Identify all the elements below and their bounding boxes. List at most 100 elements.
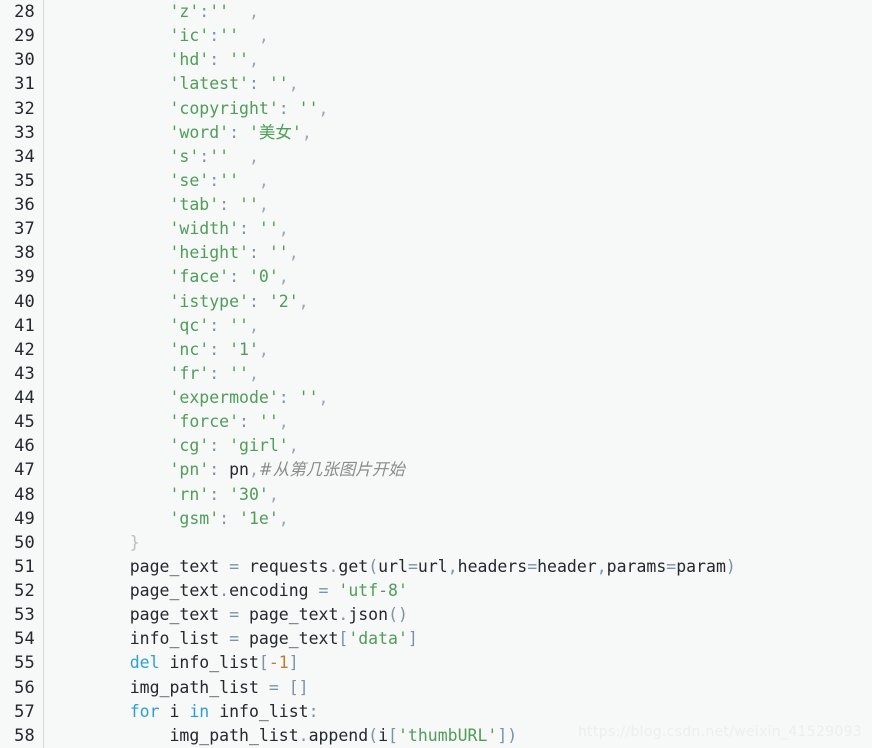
code-token: 'istype'	[169, 291, 249, 311]
code-token: :	[209, 339, 220, 359]
code-line[interactable]: info_list = page_text['data']	[44, 627, 872, 651]
code-line[interactable]: 'force': '',	[44, 410, 872, 434]
code-token: ,	[248, 146, 259, 166]
code-token: []	[288, 677, 309, 697]
code-token: [	[258, 653, 269, 673]
code-line[interactable]: 'hd': '',	[44, 48, 872, 72]
code-token: (	[368, 556, 379, 576]
code-line[interactable]: 'width': '',	[44, 217, 872, 241]
code-token: #从第几张图片开始	[258, 460, 405, 480]
code-content-area[interactable]: 'z':'' , 'ic':'' , 'hd': '', 'latest': '…	[44, 0, 872, 748]
line-number: 33	[14, 122, 35, 143]
code-line[interactable]: page_text = page_text.json()	[44, 603, 872, 627]
code-line[interactable]: 'ic':'' ,	[44, 24, 872, 48]
line-number-list: 28 29 30 31 32 33 34 35 36 37 38 39 40 41 42 43 44 45 46 47…	[0, 0, 43, 748]
code-line[interactable]: 'z':'' ,	[44, 0, 872, 24]
code-token: '2'	[268, 291, 299, 311]
code-line[interactable]: del info_list[-1]	[44, 651, 872, 675]
code-line[interactable]: 'cg': 'girl',	[44, 434, 872, 458]
code-token: =	[268, 677, 279, 697]
code-token: 'word'	[169, 122, 230, 142]
code-token: in	[189, 701, 210, 721]
code-token: info_list	[129, 629, 220, 649]
code-line[interactable]: 'word': '美女',	[44, 121, 872, 145]
code-line[interactable]: page_text.encoding = 'utf-8'	[44, 579, 872, 603]
code-token: :	[239, 219, 249, 239]
code-line[interactable]: 'istype': '2',	[44, 290, 872, 314]
code-token: ,	[596, 556, 607, 576]
code-token: ,	[318, 388, 329, 407]
code-line[interactable]: page_text = requests.get(url=url,headers…	[44, 555, 872, 579]
code-token: 美女	[258, 122, 292, 142]
code-token: ''	[219, 26, 240, 46]
code-line[interactable]: 'copyright': '',	[44, 97, 872, 121]
code-line[interactable]: 'fr': '',	[44, 362, 872, 386]
code-line[interactable]: for i in info_list:	[44, 700, 872, 724]
code-line[interactable]: 's':'' ,	[44, 145, 872, 169]
code-line[interactable]: 'latest': '',	[44, 72, 872, 96]
code-line[interactable]: img_path_list.append(i['thumbURL'])	[44, 724, 872, 748]
code-token: =	[407, 556, 418, 576]
code-token: :	[209, 484, 220, 504]
code-token: 'force'	[169, 412, 240, 432]
code-token: page_text	[129, 556, 220, 576]
code-token: 's'	[169, 146, 200, 166]
code-token: :	[229, 267, 240, 287]
code-token: get	[338, 556, 369, 576]
code-line[interactable]: }	[44, 531, 872, 555]
code-token: :	[278, 98, 289, 118]
code-token: i	[378, 725, 389, 745]
code-line[interactable]: 'gsm': '1e',	[44, 507, 872, 531]
code-line[interactable]: img_path_list = []	[44, 676, 872, 700]
code-token: ''	[268, 74, 289, 94]
code-line[interactable]: 'rn': '30',	[44, 483, 872, 507]
code-token: ''	[229, 315, 249, 335]
code-line[interactable]: 'tab': '',	[44, 193, 872, 217]
code-token: img_path_list	[129, 677, 259, 697]
code-line[interactable]: 'pn': pn,#从第几张图片开始	[44, 458, 872, 482]
code-token: pn	[229, 460, 249, 480]
code-viewer: 28 29 30 31 32 33 34 35 36 37 38 39 40 41 42 43 44 45 46 47…	[0, 0, 872, 748]
code-token: .	[338, 605, 349, 625]
code-line[interactable]: 'face': '0',	[44, 265, 872, 289]
code-line[interactable]: 'se':'' ,	[44, 169, 872, 193]
code-line[interactable]: 'height': '',	[44, 241, 872, 265]
code-token: ''	[219, 170, 240, 190]
code-line[interactable]: 'expermode': '',	[44, 386, 872, 410]
line-number-gutter: 28 29 30 31 32 33 34 35 36 37 38 39 40 41 42 43 44 45 46 47…	[0, 0, 44, 748]
code-line[interactable]: 'qc': '',	[44, 314, 872, 338]
line-number: 54	[14, 629, 35, 650]
code-token: =	[666, 556, 677, 576]
code-line[interactable]: 'nc': '1',	[44, 338, 872, 362]
line-number: 51	[14, 556, 35, 577]
code-token: :	[239, 412, 249, 432]
line-number: 34	[14, 146, 35, 167]
line-number: 40	[14, 291, 35, 312]
line-number: 42	[14, 339, 35, 360]
code-token: ''	[239, 195, 259, 214]
